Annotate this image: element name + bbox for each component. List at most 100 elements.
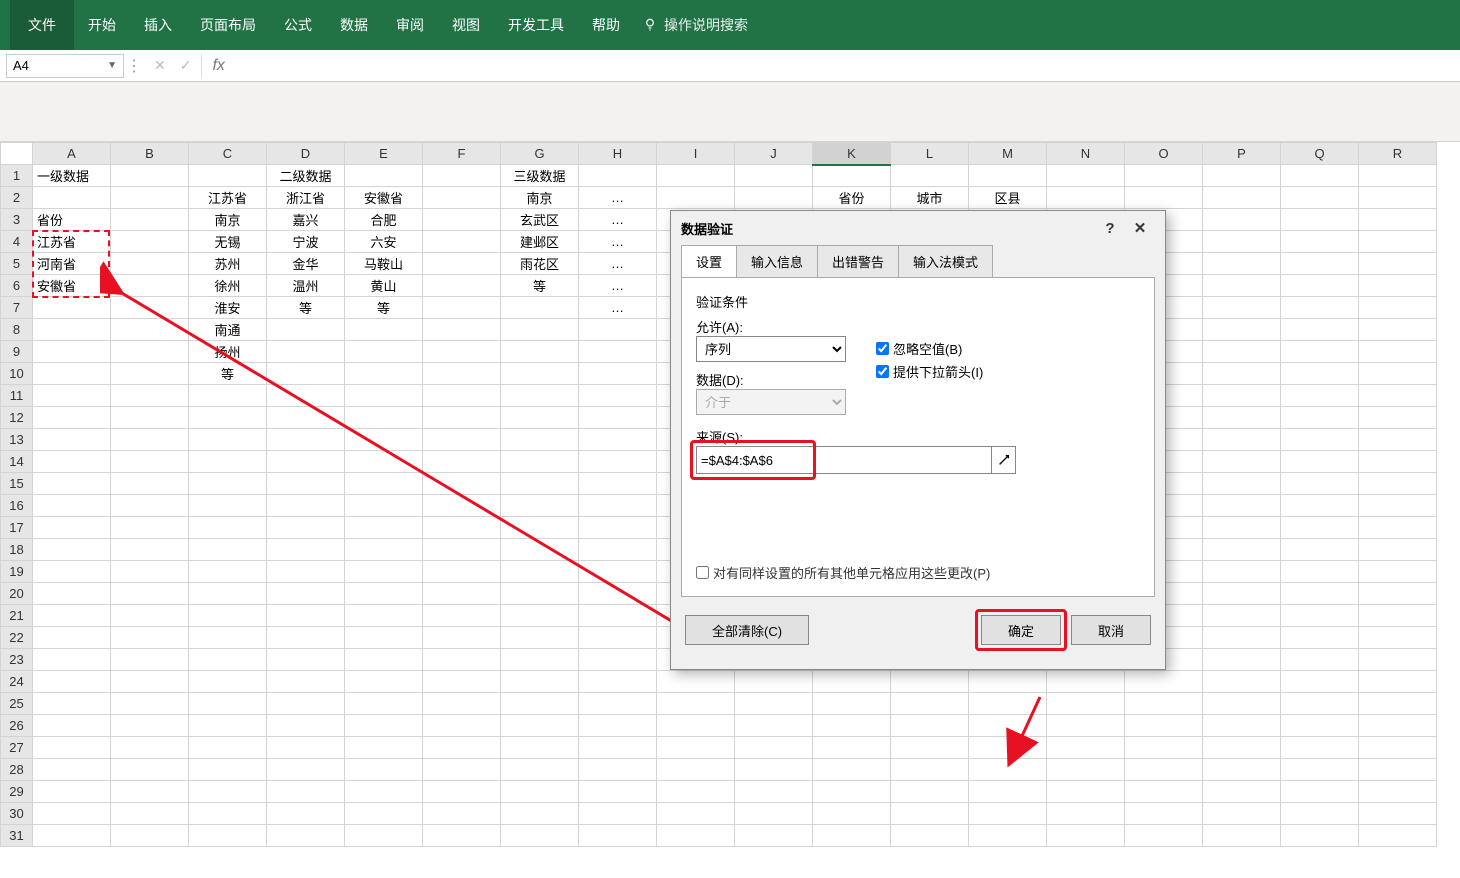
cell-F12[interactable]: [423, 407, 501, 429]
cell-R5[interactable]: [1359, 253, 1437, 275]
cell-P15[interactable]: [1203, 473, 1281, 495]
cell-Q4[interactable]: [1281, 231, 1359, 253]
row-header-14[interactable]: 14: [1, 451, 33, 473]
cell-E4[interactable]: 六安: [345, 231, 423, 253]
ignore-blank-checkbox[interactable]: 忽略空值(B): [876, 339, 983, 358]
cell-A4[interactable]: 江苏省: [33, 231, 111, 253]
cell-D28[interactable]: [267, 759, 345, 781]
cell-Q18[interactable]: [1281, 539, 1359, 561]
cell-G4[interactable]: 建邺区: [501, 231, 579, 253]
row-header-29[interactable]: 29: [1, 781, 33, 803]
cell-C15[interactable]: [189, 473, 267, 495]
cell-H15[interactable]: [579, 473, 657, 495]
col-header-I[interactable]: I: [657, 143, 735, 165]
cell-O30[interactable]: [1125, 803, 1203, 825]
row-header-20[interactable]: 20: [1, 583, 33, 605]
cell-D19[interactable]: [267, 561, 345, 583]
cell-I28[interactable]: [657, 759, 735, 781]
cell-D9[interactable]: [267, 341, 345, 363]
cell-N29[interactable]: [1047, 781, 1125, 803]
cell-P19[interactable]: [1203, 561, 1281, 583]
col-header-M[interactable]: M: [969, 143, 1047, 165]
cell-L25[interactable]: [891, 693, 969, 715]
cell-M28[interactable]: [969, 759, 1047, 781]
cell-B19[interactable]: [111, 561, 189, 583]
cell-E8[interactable]: [345, 319, 423, 341]
cell-N30[interactable]: [1047, 803, 1125, 825]
cell-Q20[interactable]: [1281, 583, 1359, 605]
cell-R17[interactable]: [1359, 517, 1437, 539]
cell-R2[interactable]: [1359, 187, 1437, 209]
cell-L31[interactable]: [891, 825, 969, 847]
cell-Q7[interactable]: [1281, 297, 1359, 319]
row-header-9[interactable]: 9: [1, 341, 33, 363]
cell-R10[interactable]: [1359, 363, 1437, 385]
cell-P14[interactable]: [1203, 451, 1281, 473]
row-header-30[interactable]: 30: [1, 803, 33, 825]
col-header-J[interactable]: J: [735, 143, 813, 165]
cell-P22[interactable]: [1203, 627, 1281, 649]
cell-D10[interactable]: [267, 363, 345, 385]
cell-J28[interactable]: [735, 759, 813, 781]
cell-B18[interactable]: [111, 539, 189, 561]
ok-button[interactable]: 确定: [981, 615, 1061, 645]
cell-E12[interactable]: [345, 407, 423, 429]
cell-F5[interactable]: [423, 253, 501, 275]
cell-R14[interactable]: [1359, 451, 1437, 473]
cell-D14[interactable]: [267, 451, 345, 473]
cell-P24[interactable]: [1203, 671, 1281, 693]
cell-E22[interactable]: [345, 627, 423, 649]
cell-C4[interactable]: 无锡: [189, 231, 267, 253]
allow-select[interactable]: 序列: [696, 336, 846, 362]
cell-B8[interactable]: [111, 319, 189, 341]
cell-N25[interactable]: [1047, 693, 1125, 715]
ribbon-tab-file[interactable]: 文件: [10, 0, 74, 50]
cell-F21[interactable]: [423, 605, 501, 627]
cell-G16[interactable]: [501, 495, 579, 517]
cell-Q19[interactable]: [1281, 561, 1359, 583]
cell-O26[interactable]: [1125, 715, 1203, 737]
cell-K31[interactable]: [813, 825, 891, 847]
apply-all-input[interactable]: [696, 566, 709, 579]
cell-Q23[interactable]: [1281, 649, 1359, 671]
cell-F14[interactable]: [423, 451, 501, 473]
cell-Q14[interactable]: [1281, 451, 1359, 473]
cell-Q22[interactable]: [1281, 627, 1359, 649]
cell-F9[interactable]: [423, 341, 501, 363]
cell-B4[interactable]: [111, 231, 189, 253]
cell-A6[interactable]: 安徽省: [33, 275, 111, 297]
cell-K26[interactable]: [813, 715, 891, 737]
cell-G21[interactable]: [501, 605, 579, 627]
cell-D27[interactable]: [267, 737, 345, 759]
cell-A23[interactable]: [33, 649, 111, 671]
cell-B9[interactable]: [111, 341, 189, 363]
row-header-31[interactable]: 31: [1, 825, 33, 847]
cell-D8[interactable]: [267, 319, 345, 341]
cell-I25[interactable]: [657, 693, 735, 715]
close-button[interactable]: ✕: [1125, 219, 1155, 237]
ignore-blank-input[interactable]: [876, 342, 889, 355]
cell-R8[interactable]: [1359, 319, 1437, 341]
cell-L30[interactable]: [891, 803, 969, 825]
cell-D30[interactable]: [267, 803, 345, 825]
cell-I26[interactable]: [657, 715, 735, 737]
cell-P13[interactable]: [1203, 429, 1281, 451]
cell-C10[interactable]: 等: [189, 363, 267, 385]
cell-F16[interactable]: [423, 495, 501, 517]
cell-G26[interactable]: [501, 715, 579, 737]
cell-J25[interactable]: [735, 693, 813, 715]
row-header-16[interactable]: 16: [1, 495, 33, 517]
cell-O28[interactable]: [1125, 759, 1203, 781]
cell-K27[interactable]: [813, 737, 891, 759]
cell-A24[interactable]: [33, 671, 111, 693]
cell-E17[interactable]: [345, 517, 423, 539]
row-header-18[interactable]: 18: [1, 539, 33, 561]
cell-B14[interactable]: [111, 451, 189, 473]
cell-D4[interactable]: 宁波: [267, 231, 345, 253]
cell-L1[interactable]: [891, 165, 969, 187]
cell-G23[interactable]: [501, 649, 579, 671]
cell-H9[interactable]: [579, 341, 657, 363]
cell-F19[interactable]: [423, 561, 501, 583]
cell-B20[interactable]: [111, 583, 189, 605]
cell-M29[interactable]: [969, 781, 1047, 803]
